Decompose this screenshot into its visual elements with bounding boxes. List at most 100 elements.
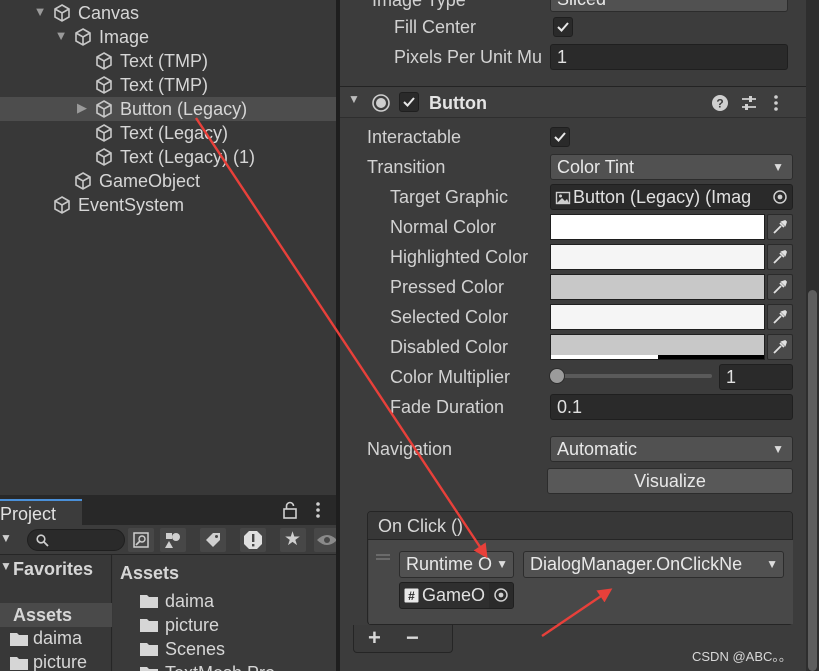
normal-color-swatch[interactable]	[550, 214, 765, 240]
foldout-expanded-icon[interactable]: ▼	[348, 92, 360, 106]
visibility-toggle-button[interactable]	[314, 528, 336, 552]
search-by-type-button[interactable]	[128, 528, 154, 552]
help-icon[interactable]: ?	[711, 94, 729, 112]
gameobject-cube-icon	[75, 172, 91, 190]
shapes-icon	[165, 533, 180, 548]
color-multiplier-slider-knob[interactable]	[549, 368, 565, 384]
hierarchy-item-text-tmp[interactable]: Text (TMP)	[0, 49, 336, 73]
object-picker-icon	[773, 190, 787, 204]
drag-handle-icon[interactable]	[376, 554, 390, 560]
fade-duration-field[interactable]: 0.1	[550, 394, 793, 420]
runtime-mode-value: Runtime O	[406, 554, 493, 574]
project-search-input[interactable]	[27, 529, 125, 551]
function-dropdown[interactable]: DialogManager.OnClickNe ▼	[523, 551, 784, 578]
interactable-label: Interactable	[367, 127, 462, 147]
hierarchy-item-text-legacy-1[interactable]: Text (Legacy) (1)	[0, 145, 336, 169]
eyedropper-button[interactable]	[767, 214, 793, 240]
hierarchy-item-canvas[interactable]: ▼ Canvas	[0, 1, 336, 25]
eyedropper-button[interactable]	[767, 334, 793, 360]
eyedropper-button[interactable]	[767, 244, 793, 270]
foldout-collapsed-icon[interactable]: ▶	[75, 101, 89, 115]
color-multiplier-field[interactable]: 1	[719, 364, 793, 390]
favorites-filter-button[interactable]: ★	[280, 528, 306, 552]
eyedropper-button[interactable]	[767, 274, 793, 300]
target-graphic-field[interactable]: Button (Legacy) (Imag	[550, 184, 793, 210]
image-component-icon	[555, 191, 571, 205]
on-click-event-box: On Click () Runtime O ▼ DialogManager.On…	[367, 511, 793, 625]
folder-icon	[140, 619, 158, 632]
project-tab-bar: Project	[0, 495, 336, 525]
disabled-color-swatch[interactable]	[550, 334, 765, 360]
project-panel: Project ▼ ★ ▼ ★ Favorites A	[0, 495, 336, 671]
asset-item-label[interactable]: TextMesh Pro	[165, 662, 275, 671]
object-picker-button[interactable]	[489, 583, 513, 608]
hierarchy-item-gameobject[interactable]: GameObject	[0, 169, 336, 193]
highlighted-color-swatch[interactable]	[550, 244, 765, 270]
navigation-dropdown[interactable]: Automatic ▼	[550, 436, 793, 462]
button-enabled-checkbox[interactable]	[399, 92, 419, 112]
remove-listener-button[interactable]: −	[406, 625, 419, 651]
lock-icon[interactable]	[282, 501, 298, 519]
scrollbar-thumb[interactable]	[808, 290, 817, 671]
eyedropper-button[interactable]	[767, 304, 793, 330]
inspector-scrollbar[interactable]	[806, 0, 819, 671]
svg-text:#: #	[408, 589, 415, 603]
interactable-checkbox[interactable]	[550, 127, 570, 147]
fill-center-label: Fill Center	[394, 17, 477, 37]
hierarchy-item-text-tmp-2[interactable]: Text (TMP)	[0, 73, 336, 97]
kebab-menu-icon[interactable]	[772, 94, 780, 112]
function-value: DialogManager.OnClickNe	[530, 554, 743, 574]
hierarchy-item-eventsystem[interactable]: EventSystem	[0, 193, 336, 217]
pixels-per-unit-field[interactable]: 1	[550, 44, 788, 70]
on-click-listener-row[interactable]: Runtime O ▼ DialogManager.OnClickNe ▼ # …	[369, 540, 793, 624]
visualize-button[interactable]: Visualize	[547, 468, 793, 494]
asset-item-label[interactable]: Scenes	[165, 638, 225, 660]
hierarchy-item-label: EventSystem	[78, 195, 185, 215]
object-picker-button[interactable]	[768, 185, 792, 209]
hierarchy-item-text-legacy[interactable]: Text (Legacy)	[0, 121, 336, 145]
create-dropdown-caret-icon[interactable]: ▼	[0, 531, 12, 545]
target-graphic-label: Target Graphic	[390, 187, 509, 207]
filter-by-type-button[interactable]	[160, 528, 186, 552]
image-type-dropdown[interactable]: Sliced	[550, 0, 788, 12]
pressed-color-swatch[interactable]	[550, 274, 765, 300]
hierarchy-item-label: Button (Legacy)	[120, 99, 248, 119]
runtime-mode-dropdown[interactable]: Runtime O ▼	[399, 551, 514, 578]
pressed-color-label: Pressed Color	[390, 277, 505, 297]
tag-icon	[206, 533, 220, 547]
tab-project[interactable]: Project	[0, 499, 82, 525]
preset-sliders-icon[interactable]	[740, 94, 758, 112]
log-type-button[interactable]	[240, 528, 266, 552]
checkmark-icon	[403, 97, 415, 107]
foldout-expanded-icon[interactable]: ▼	[33, 5, 47, 19]
filter-by-label-button[interactable]	[200, 528, 226, 552]
asset-item-label[interactable]: daima	[165, 590, 214, 612]
add-listener-button[interactable]: +	[368, 625, 381, 651]
selected-color-swatch[interactable]	[550, 304, 765, 330]
tab-project-label: Project	[0, 504, 57, 524]
foldout-expanded-icon[interactable]: ▼	[54, 29, 68, 43]
foldout-expanded-icon[interactable]: ▼	[0, 559, 12, 573]
button-component-header[interactable]: ▼ Button ?	[340, 86, 806, 118]
hierarchy-item-image[interactable]: ▼ Image	[0, 25, 336, 49]
fill-center-checkbox[interactable]	[553, 17, 573, 37]
folder-icon	[10, 657, 28, 670]
watermark: CSDN @ABC。。	[692, 649, 792, 664]
color-multiplier-value: 1	[726, 367, 737, 387]
transition-dropdown[interactable]: Color Tint ▼	[550, 154, 793, 180]
color-multiplier-slider-track[interactable]	[558, 374, 712, 378]
tree-item-assets[interactable]: Assets	[0, 603, 112, 627]
normal-color-label: Normal Color	[390, 217, 497, 237]
target-object-value: GameO	[422, 585, 486, 605]
script-hash-icon: #	[404, 588, 419, 603]
kebab-menu-icon[interactable]	[314, 501, 322, 519]
favorites-label[interactable]: Favorites	[13, 558, 93, 580]
hierarchy-item-label: Text (TMP)	[120, 51, 208, 71]
hierarchy-item-button-legacy[interactable]: ▶ Button (Legacy)	[0, 97, 336, 121]
tree-item-label[interactable]: daima	[33, 627, 82, 649]
target-object-field[interactable]: # GameO	[399, 582, 514, 609]
tree-item-label[interactable]: picture	[33, 651, 87, 671]
transition-label: Transition	[367, 157, 446, 177]
asset-item-label[interactable]: picture	[165, 614, 219, 636]
assets-breadcrumb[interactable]: Assets	[120, 562, 179, 584]
